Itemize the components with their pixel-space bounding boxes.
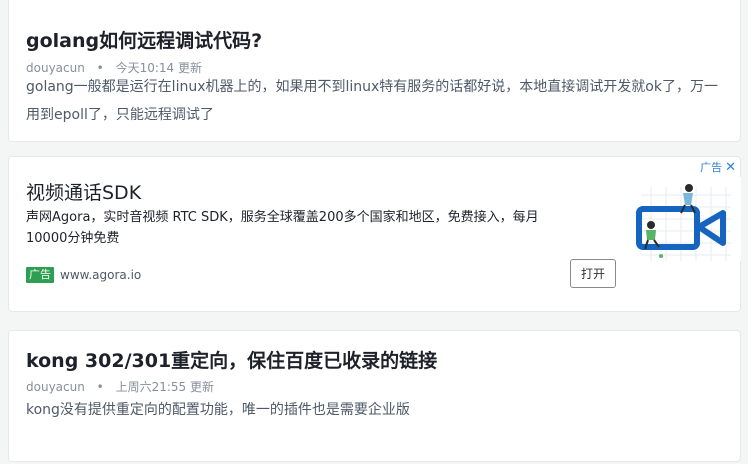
update-time: 上周六21:55 更新 [115, 380, 214, 394]
article-title[interactable]: golang如何远程调试代码? [26, 26, 262, 53]
ad-source: 广告 www.agora.io [26, 267, 141, 283]
article-excerpt[interactable]: kong没有提供重定向的配置功能，唯一的插件也是需要企业版 [26, 396, 726, 424]
article-card[interactable]: golang如何远程调试代码? douyacun • 今天10:14 更新 go… [8, 0, 741, 142]
author-name[interactable]: douyacun [26, 380, 85, 394]
article-title[interactable]: kong 302/301重定向，保住百度已收录的链接 [26, 346, 437, 373]
article-card[interactable]: kong 302/301重定向，保住百度已收录的链接 douyacun • 上周… [8, 330, 741, 462]
ad-tag: 广告 [26, 267, 54, 283]
ad-description[interactable]: 声网Agora，实时音视频 RTC SDK，服务全球覆盖200多个国家和地区，免… [26, 207, 571, 249]
ad-card[interactable]: 广告 ✕ 视频通话SDK 声网Agora，实时音视频 RTC SDK，服务全球覆… [8, 156, 741, 312]
article-excerpt[interactable]: golang一般都是运行在linux机器上的，如果用不到linux特有服务的话都… [26, 73, 726, 129]
meta-separator: • [96, 380, 104, 394]
article-meta: douyacun • 上周六21:55 更新 [26, 378, 214, 395]
ad-corner-text: 广告 [700, 161, 723, 174]
close-icon[interactable]: ✕ [725, 160, 736, 175]
open-button[interactable]: 打开 [570, 259, 616, 288]
ad-corner-label[interactable]: 广告 ✕ [700, 159, 736, 175]
video-camera-illustration-icon[interactable] [631, 177, 741, 261]
ad-title[interactable]: 视频通话SDK [26, 178, 141, 205]
ad-source-url[interactable]: www.agora.io [60, 268, 141, 282]
